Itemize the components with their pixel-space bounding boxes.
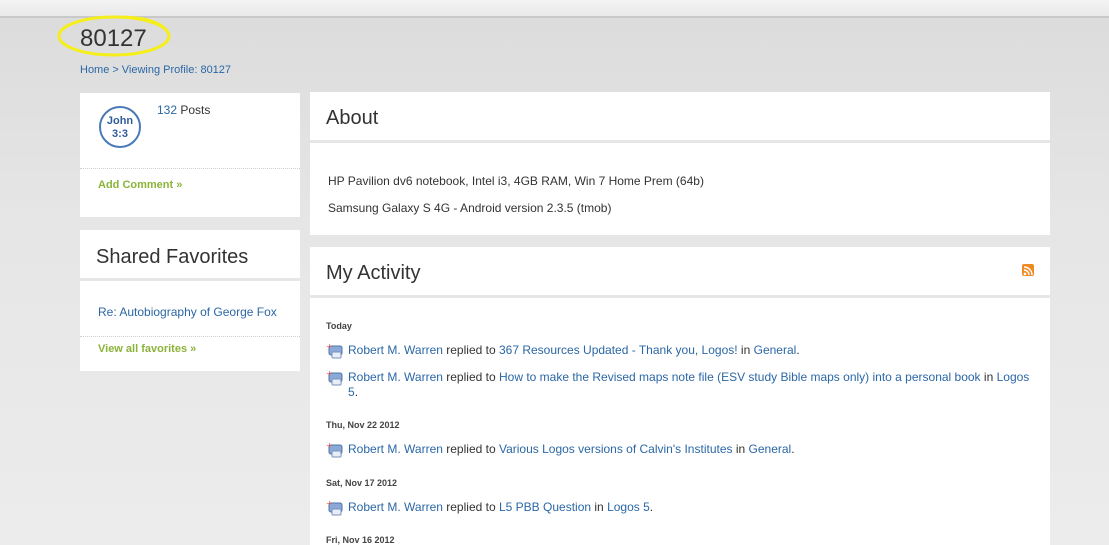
- activity-end: .: [796, 343, 800, 357]
- activity-verb: replied to: [446, 500, 496, 514]
- breadcrumb-home[interactable]: Home: [80, 64, 109, 76]
- activity-verb: replied to: [446, 343, 496, 357]
- activity-end: .: [354, 385, 359, 399]
- activity-in: in: [594, 500, 604, 514]
- avatar-line2: 3:3: [112, 128, 128, 140]
- activity-day: Thu, Nov 22 2012: [326, 420, 400, 430]
- post-count: 132 Posts: [157, 103, 210, 117]
- activity-entry: + Robert M. Warren replied to Various Lo…: [326, 441, 1036, 458]
- divider: [80, 168, 300, 169]
- view-all-favorites-link[interactable]: View all favorites »: [98, 343, 196, 355]
- activity-end: .: [649, 500, 654, 514]
- reply-icon: +: [326, 369, 344, 386]
- activity-user-link[interactable]: Robert M. Warren: [348, 343, 443, 357]
- activity-title: My Activity: [326, 262, 421, 284]
- posts-label: Posts: [180, 103, 211, 117]
- favorite-item[interactable]: Re: Autobiography of George Fox: [98, 305, 277, 319]
- activity-thread-link[interactable]: How to make the Revised maps note file (…: [499, 370, 981, 384]
- breadcrumb-separator: >: [112, 64, 119, 76]
- activity-forum-link[interactable]: General: [749, 442, 792, 456]
- post-count-link[interactable]: 132: [157, 103, 177, 117]
- breadcrumb: Home > Viewing Profile: 80127: [80, 64, 231, 76]
- svg-text:+: +: [326, 500, 333, 508]
- activity-day: Sat, Nov 17 2012: [326, 478, 398, 488]
- avatar[interactable]: John 3:3: [99, 106, 141, 148]
- activity-forum-link[interactable]: General: [754, 343, 797, 357]
- activity-thread-link[interactable]: Various Logos versions of Calvin's Insti…: [499, 442, 733, 456]
- avatar-line1: John: [106, 115, 134, 127]
- profile-panel: John 3:3 132 Posts Add Comment »: [80, 93, 300, 217]
- activity-thread-link[interactable]: L5 PBB Question: [499, 500, 591, 514]
- activity-thread-link[interactable]: 367 Resources Updated - Thank you, Logos…: [499, 343, 738, 357]
- rss-icon[interactable]: [1022, 264, 1034, 276]
- activity-user-link[interactable]: Robert M. Warren: [348, 370, 443, 384]
- shared-favorites-title: Shared Favorites: [96, 246, 249, 268]
- activity-day: Fri, Nov 16 2012: [326, 535, 395, 545]
- activity-day: Today: [326, 321, 352, 331]
- activity-verb: replied to: [446, 370, 496, 384]
- page-title: 80127: [80, 25, 147, 52]
- about-panel: About HP Pavilion dv6 notebook, Intel i3…: [310, 92, 1050, 235]
- rss-glyph: [1023, 266, 1033, 276]
- activity-entry: + Robert M. Warren replied to L5 PBB Que…: [326, 499, 1036, 516]
- breadcrumb-current[interactable]: Viewing Profile: 80127: [122, 64, 231, 76]
- add-comment-link[interactable]: Add Comment »: [98, 179, 182, 191]
- title-highlight: 80127: [56, 12, 172, 58]
- panel-header-bar: [80, 278, 300, 281]
- about-line: HP Pavilion dv6 notebook, Intel i3, 4GB …: [328, 174, 704, 188]
- reply-icon: +: [326, 342, 344, 359]
- shared-favorites-panel: Shared Favorites Re: Autobiography of Ge…: [80, 230, 300, 371]
- activity-user-link[interactable]: Robert M. Warren: [348, 442, 443, 456]
- about-title: About: [326, 107, 379, 129]
- activity-verb: replied to: [446, 442, 496, 456]
- panel-header-bar: [310, 140, 1050, 143]
- reply-icon: +: [326, 441, 344, 458]
- svg-text:+: +: [326, 370, 333, 378]
- activity-entry: + Robert M. Warren replied to How to mak…: [326, 369, 1036, 400]
- activity-entry: + Robert M. Warren replied to 367 Resour…: [326, 342, 1036, 359]
- svg-text:+: +: [326, 343, 333, 351]
- activity-in: in: [735, 442, 746, 456]
- divider: [80, 336, 300, 337]
- activity-panel: My Activity Today + Robert M. Warren rep…: [310, 247, 1050, 545]
- activity-end: .: [791, 442, 795, 456]
- svg-text:+: +: [326, 442, 333, 450]
- activity-user-link[interactable]: Robert M. Warren: [348, 500, 443, 514]
- reply-icon: +: [326, 499, 344, 516]
- activity-forum-link[interactable]: Logos 5: [607, 500, 650, 514]
- panel-header-bar: [310, 295, 1050, 298]
- activity-in: in: [983, 370, 994, 384]
- about-line: Samsung Galaxy S 4G - Android version 2.…: [328, 201, 612, 215]
- activity-in: in: [740, 343, 751, 357]
